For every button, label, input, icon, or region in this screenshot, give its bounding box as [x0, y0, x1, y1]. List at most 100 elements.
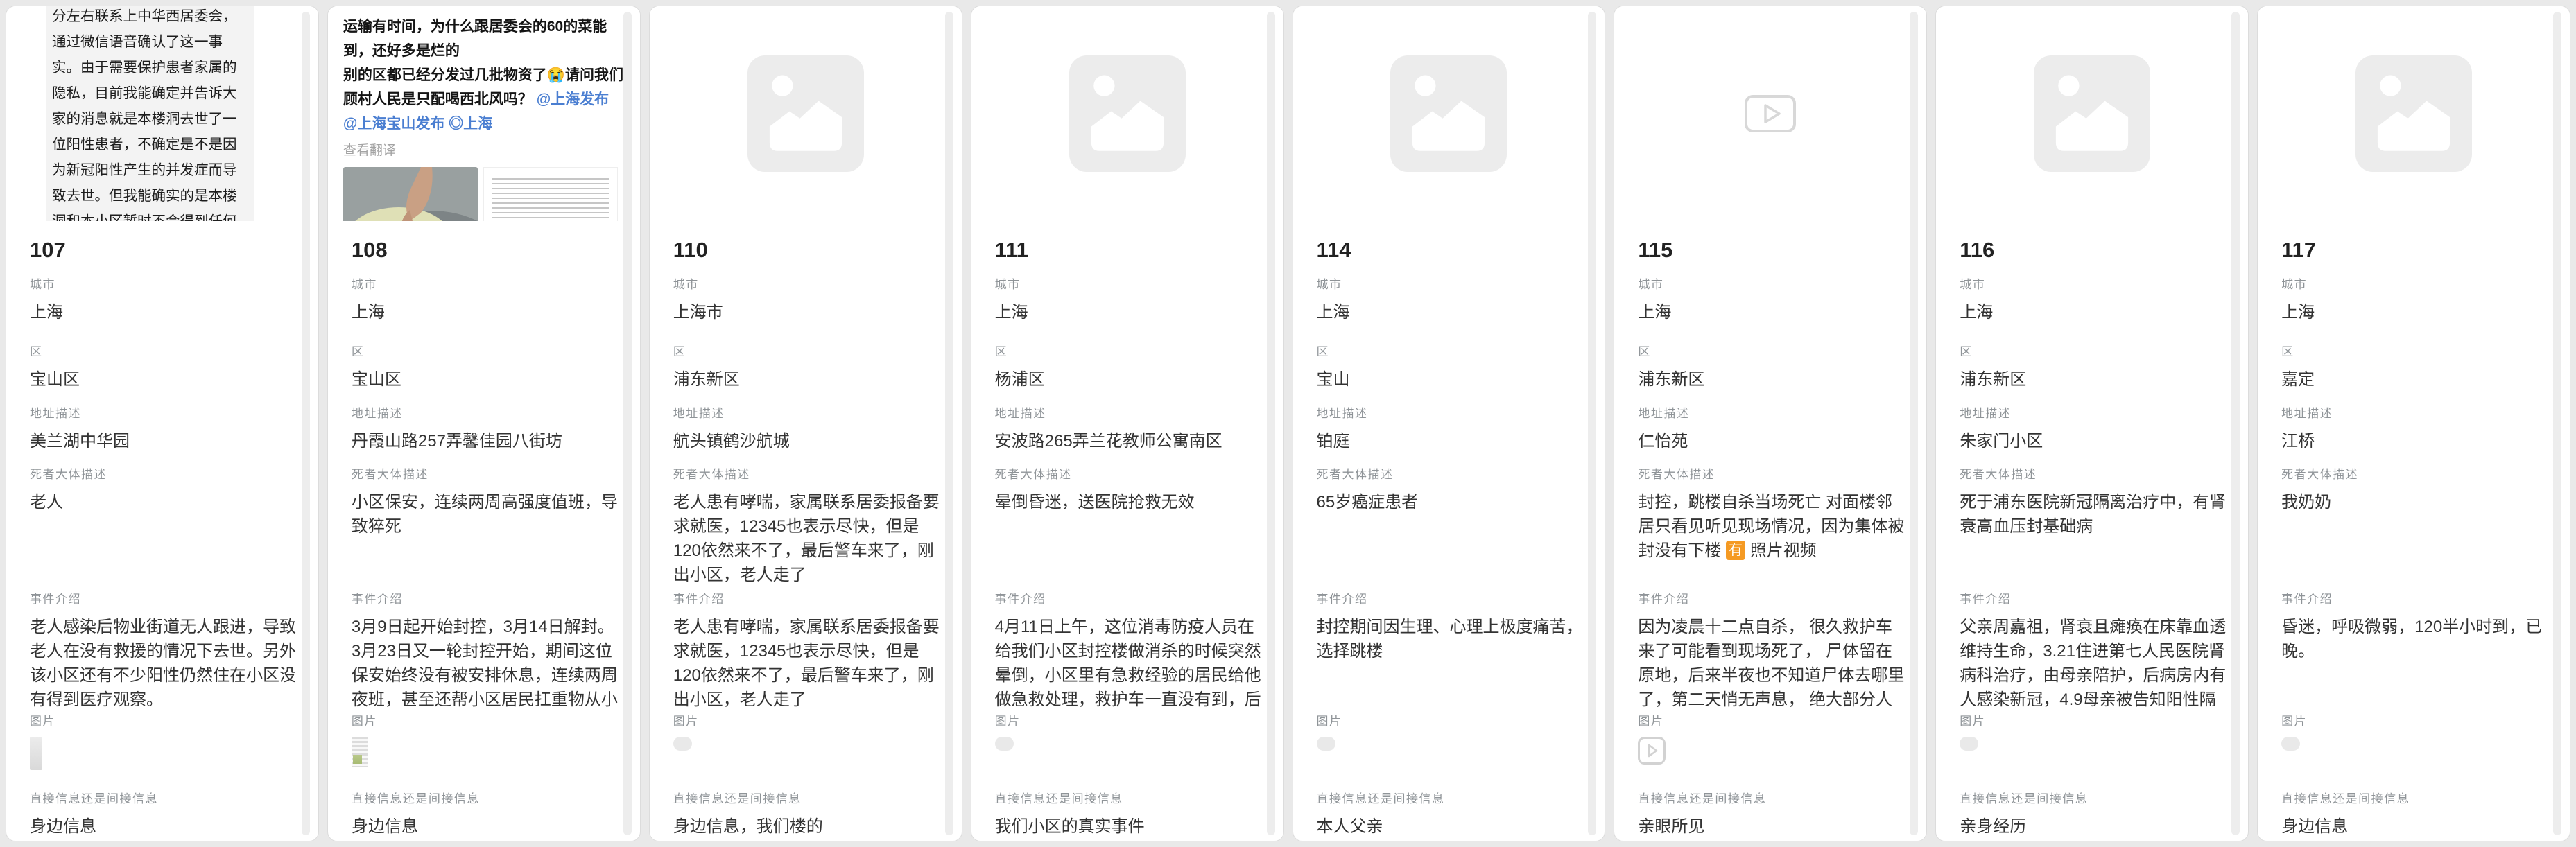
field-value-city: 上海: [995, 300, 1263, 324]
field-label-event: 事件介绍: [1960, 593, 2227, 606]
field-label-address: 地址描述: [30, 407, 297, 421]
card-scrollbar[interactable]: [1910, 12, 1918, 835]
field-value-city: 上海: [1317, 300, 1584, 324]
field-value-city: 上海: [30, 300, 297, 324]
card-media: 分左右联系上中华西居委会，通过微信语音确认了这一事实。由于需要保护患者家属的隐私…: [6, 6, 318, 221]
record-number: 116: [1960, 238, 2227, 263]
field-deceased: 死者大体描述 小区保安，连续两周高强度值班，导致猝死: [352, 468, 619, 593]
field-label-address: 地址描述: [352, 407, 619, 421]
field-label-info-type: 直接信息还是间接信息: [673, 792, 941, 806]
field-event: 事件介绍 因为凌晨十二点自杀， 很久救护车来了可能看到现场死了， 尸体留在原地，…: [1638, 593, 1905, 715]
field-deceased: 死者大体描述 老人: [30, 468, 297, 593]
card-scrollbar[interactable]: [2553, 12, 2561, 835]
field-value-district: 宝山: [1317, 367, 1584, 392]
image-thumbnail-slot: [673, 737, 941, 771]
field-label-image: 图片: [30, 715, 297, 728]
record-card: 111 城市 上海 区 杨浦区 地址描述 安波路265弄兰花教师公寓南区 死者大…: [971, 6, 1284, 841]
field-value-district: 浦东新区: [673, 367, 941, 392]
card-body: 117 城市 上海 区 嘉定 地址描述 江桥 死者大体描述 我奶奶 事件介绍 昏…: [2258, 221, 2570, 839]
field-value-address: 朱家门小区: [1960, 429, 2227, 453]
field-event: 事件介绍 4月11日上午，这位消毒防疫人员在给我们小区封控楼做消杀的时候突然晕倒…: [995, 593, 1263, 715]
field-info-type: 直接信息还是间接信息 身边信息: [352, 792, 619, 839]
image-thumbnail[interactable]: [673, 737, 692, 751]
field-image: 图片: [2281, 715, 2549, 792]
image-thumbnail[interactable]: [1317, 737, 1335, 751]
field-city: 城市 上海: [30, 278, 297, 345]
field-event: 事件介绍 封控期间因生理、心理上极度痛苦，选择跳楼: [1317, 593, 1584, 715]
field-label-city: 城市: [1317, 278, 1584, 292]
card-media: [1293, 6, 1605, 221]
record-number: 111: [995, 238, 1263, 263]
field-info-type: 直接信息还是间接信息 我们小区的真实事件: [995, 792, 1263, 839]
card-scrollbar[interactable]: [623, 12, 632, 835]
photo-icon: [747, 55, 864, 172]
field-label-image: 图片: [995, 715, 1263, 728]
post-mention-links[interactable]: @上海发布 @上海宝山发布 ◎上海: [343, 91, 609, 132]
field-value-deceased: 小区保安，连续两周高强度值班，导致猝死: [352, 490, 619, 539]
field-value-city: 上海: [352, 300, 619, 324]
field-label-info-type: 直接信息还是间接信息: [2281, 792, 2549, 806]
field-city: 城市 上海: [995, 278, 1263, 345]
field-label-deceased: 死者大体描述: [352, 468, 619, 482]
field-value-address: 丹霞山路257弄馨佳园八街坊: [352, 429, 619, 453]
field-address: 地址描述 江桥: [2281, 407, 2549, 468]
card-scrollbar[interactable]: [945, 12, 953, 835]
field-value-deceased: 老人患有哮喘，家属联系居委报备要求就医，12345也表示尽快，但是120依然来不…: [673, 490, 941, 587]
photo-icon: [2034, 55, 2150, 172]
field-district: 区 宝山区: [30, 345, 297, 407]
field-label-city: 城市: [1638, 278, 1905, 292]
field-address: 地址描述 仁怡苑: [1638, 407, 1905, 468]
field-info-type: 直接信息还是间接信息 身边信息: [30, 792, 297, 839]
image-thumbnail[interactable]: [995, 737, 1014, 751]
image-thumbnail[interactable]: [352, 737, 368, 767]
card-scrollbar[interactable]: [2231, 12, 2240, 835]
field-address: 地址描述 美兰湖中华园: [30, 407, 297, 468]
field-label-info-type: 直接信息还是间接信息: [1317, 792, 1584, 806]
field-district: 区 杨浦区: [995, 345, 1263, 407]
card-body: 116 城市 上海 区 浦东新区 地址描述 朱家门小区 死者大体描述 死于浦东医…: [1936, 221, 2248, 839]
field-label-address: 地址描述: [995, 407, 1263, 421]
field-value-event: 老人感染后物业街道无人跟进，导致老人在没有救援的情况下去世。另外该小区还有不少阳…: [30, 615, 297, 712]
field-deceased: 死者大体描述 我奶奶: [2281, 468, 2549, 593]
card-scrollbar[interactable]: [302, 12, 310, 835]
field-image: 图片: [1317, 715, 1584, 792]
image-thumbnail[interactable]: [30, 737, 42, 770]
field-label-deceased: 死者大体描述: [2281, 468, 2549, 482]
field-deceased: 死者大体描述 晕倒昏迷，送医院抢救无效: [995, 468, 1263, 593]
field-deceased: 死者大体描述 封控，跳楼自杀当场死亡 对面楼邻居只看见听见现场情况，因为集体被封…: [1638, 468, 1905, 593]
field-label-deceased: 死者大体描述: [30, 468, 297, 482]
field-label-district: 区: [673, 345, 941, 359]
field-image: 图片: [1960, 715, 2227, 792]
image-thumbnail-slot: [352, 737, 619, 771]
records-board: 分左右联系上中华西居委会，通过微信语音确认了这一事实。由于需要保护患者家属的隐私…: [0, 0, 2576, 847]
field-image: 图片: [673, 715, 941, 792]
video-play-icon[interactable]: [1638, 737, 1666, 765]
field-label-district: 区: [352, 345, 619, 359]
field-info-type: 直接信息还是间接信息 身边信息，我们楼的: [673, 792, 941, 839]
card-body: 114 城市 上海 区 宝山 地址描述 铂庭 死者大体描述 65岁癌症患者 事件…: [1293, 221, 1605, 839]
field-event: 事件介绍 老人患有哮喘，家属联系居委报备要求就医，12345也表示尽快，但是12…: [673, 593, 941, 715]
image-thumbnail[interactable]: [2281, 737, 2300, 751]
video-play-icon: [1744, 94, 1797, 133]
card-body: 107 城市 上海 区 宝山区 地址描述 美兰湖中华园 死者大体描述 老人 事件…: [6, 221, 318, 839]
field-label-deceased: 死者大体描述: [673, 468, 941, 482]
card-scrollbar[interactable]: [1267, 12, 1275, 835]
field-deceased: 死者大体描述 老人患有哮喘，家属联系居委报备要求就医，12345也表示尽快，但是…: [673, 468, 941, 593]
image-thumbnail[interactable]: [1960, 737, 1978, 751]
record-number: 108: [352, 238, 619, 263]
field-label-city: 城市: [2281, 278, 2549, 292]
field-district: 区 宝山: [1317, 345, 1584, 407]
field-value-event: 昏迷，呼吸微弱，120半小时到，已晚。: [2281, 615, 2549, 663]
card-scrollbar[interactable]: [1588, 12, 1596, 835]
field-value-info-type: 身边信息: [2281, 814, 2549, 839]
view-translation-link[interactable]: 查看翻译: [343, 140, 626, 159]
field-district: 区 浦东新区: [1960, 345, 2227, 407]
field-label-image: 图片: [1638, 715, 1905, 728]
field-label-district: 区: [1317, 345, 1584, 359]
field-value-city: 上海: [2281, 300, 2549, 324]
card-body: 110 城市 上海市 区 浦东新区 地址描述 航头镇鹤沙航城 死者大体描述 老人…: [650, 221, 962, 839]
field-label-event: 事件介绍: [1638, 593, 1905, 606]
image-thumbnail-slot: [2281, 737, 2549, 771]
record-card: 运输有时间，为什么跟居委会的60的菜能到，还好多是烂的 别的区都已经分发过几批物…: [327, 6, 641, 841]
field-deceased: 死者大体描述 死于浦东医院新冠隔离治疗中，有肾衰高血压封基础病: [1960, 468, 2227, 593]
